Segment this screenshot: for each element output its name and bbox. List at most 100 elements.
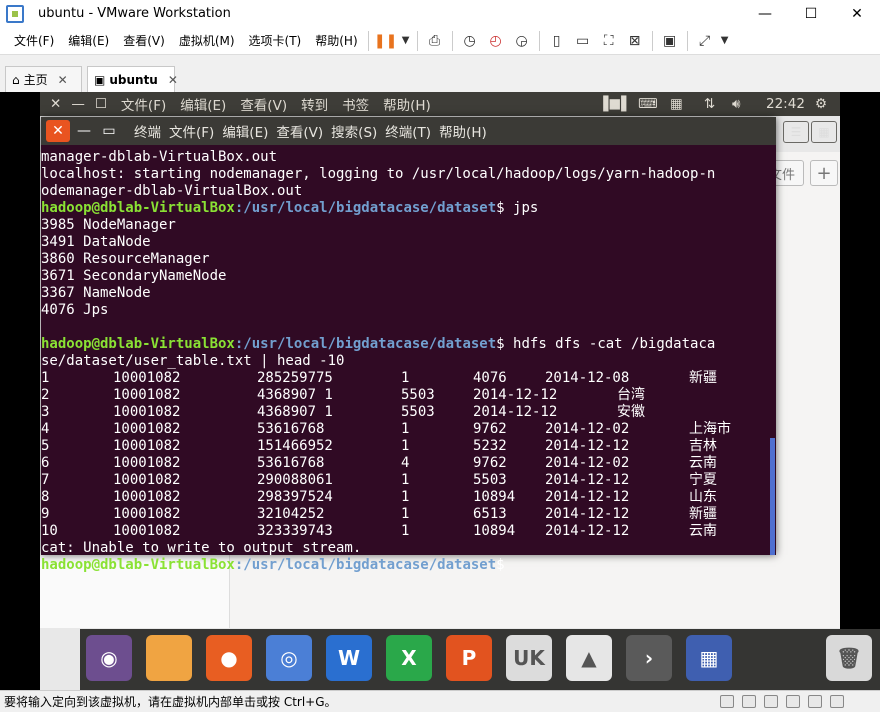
grid-view-icon[interactable]: ▦ — [811, 121, 837, 143]
minimize-button[interactable]: — — [742, 0, 788, 27]
maximize-icon[interactable]: ☐ — [95, 96, 107, 112]
terminal-output[interactable]: manager-dblab-VirtualBox.out localhost: s… — [41, 149, 771, 574]
tab-home-label: 主页 — [23, 73, 48, 87]
chevron-down-icon[interactable]: ▼ — [399, 30, 413, 52]
close-icon[interactable]: ✕ — [58, 73, 68, 87]
close-icon[interactable]: ✕ — [50, 96, 61, 112]
table-cell-id: 6 — [41, 455, 50, 471]
guest-menu-edit[interactable]: 编辑(E) — [180, 94, 226, 114]
close-button[interactable]: ✕ — [834, 0, 880, 27]
terminal-icon[interactable]: › — [626, 635, 672, 681]
guest-menu-goto[interactable]: 转到 — [301, 94, 328, 114]
guest-menu-file[interactable]: 文件(F) — [121, 94, 166, 114]
workspaces-icon[interactable]: ▦ — [686, 635, 732, 681]
ubuntu-launcher-icon[interactable]: ◉ — [86, 635, 132, 681]
maximize-icon[interactable]: ▭ — [98, 121, 120, 141]
table-cell-beh: 5503 — [401, 387, 435, 403]
stretch-guest-icon[interactable]: ⤢ — [692, 30, 718, 52]
minimize-icon[interactable]: — — [73, 121, 95, 141]
menu-view[interactable]: 查看(V) — [117, 32, 171, 49]
impress-icon[interactable]: P — [446, 635, 492, 681]
terminal-menu-file[interactable]: 文件(F) — [169, 121, 214, 141]
vm-icon: ▣ — [94, 72, 106, 87]
table-cell-cat: 4076 — [473, 370, 507, 386]
terminal-menu-terminal[interactable]: 终端(T) — [385, 121, 431, 141]
harddisk-icon[interactable] — [720, 695, 734, 708]
add-button[interactable]: + — [810, 160, 838, 186]
thumbnail-bar-icon[interactable]: ▭ — [570, 30, 596, 52]
snapshot-manager-icon[interactable]: ◶ — [509, 30, 535, 52]
calendar-icon[interactable]: ▦ — [670, 96, 683, 112]
list-view-icon[interactable]: ☰ — [783, 121, 809, 143]
network-adapter-icon[interactable] — [764, 695, 778, 708]
minimize-icon[interactable]: — — [71, 96, 85, 112]
guest-menu-help[interactable]: 帮助(H) — [383, 94, 431, 114]
menu-file[interactable]: 文件(F) — [8, 32, 60, 49]
trash-icon[interactable]: 🗑 — [826, 635, 872, 681]
sidebar-toggle-icon[interactable]: ▯ — [544, 30, 570, 52]
writer-icon[interactable]: W — [326, 635, 372, 681]
chevron-down-icon[interactable]: ▼ — [718, 30, 732, 52]
guest-menu-view[interactable]: 查看(V) — [240, 94, 287, 114]
maximize-button[interactable]: ☐ — [788, 0, 834, 27]
table-cell-prov: 云南 — [689, 523, 717, 539]
terminal-menu-help[interactable]: 帮助(H) — [439, 121, 487, 141]
files-icon[interactable] — [146, 635, 192, 681]
table-cell-date: 2014-12-12 — [545, 489, 630, 505]
table-cell-uid: 10001082 — [113, 421, 181, 437]
gear-icon[interactable]: ⚙ — [815, 96, 827, 112]
prompt-user: hadoop@dblab-VirtualBox — [41, 200, 235, 216]
software-center-icon[interactable]: UK — [506, 635, 552, 681]
prompt-path: :/usr/local/bigdatacase/dataset — [234, 336, 497, 352]
input-method-icon[interactable]: ▐■▌ — [598, 96, 632, 112]
terminal-window[interactable]: ✕ — ▭ 终端 文件(F) 编辑(E) 查看(V) 搜索(S) 终端(T) 帮… — [41, 117, 837, 573]
table-cell-beh: 1 — [401, 523, 410, 539]
terminal-menu-edit[interactable]: 编辑(E) — [222, 121, 268, 141]
usb-icon[interactable] — [786, 695, 800, 708]
chromium-icon[interactable]: ◎ — [266, 635, 312, 681]
display-icon[interactable] — [830, 695, 844, 708]
send-ctrl-alt-del-icon[interactable]: ⎙ — [422, 30, 448, 52]
guest-menu-bookmarks[interactable]: 书签 — [342, 94, 369, 114]
console-view-icon[interactable]: ▣ — [657, 30, 683, 52]
output-line: odemanager-dblab-VirtualBox.out — [41, 183, 303, 199]
revert-snapshot-icon[interactable]: ◴ — [483, 30, 509, 52]
terminal-menu-search[interactable]: 搜索(S) — [331, 121, 377, 141]
table-row: 10 10001082 323339743 1 10894 2014-12-12 云南 — [41, 523, 771, 540]
network-icon[interactable]: ⇅ — [704, 96, 715, 112]
terminal-menu-view[interactable]: 查看(V) — [276, 121, 323, 141]
menu-tabs[interactable]: 选项卡(T) — [243, 32, 308, 49]
table-cell-prov: 新疆 — [689, 370, 717, 386]
table-row: 2 10001082 4368907 1 5503 2014-12-12 台湾 — [41, 387, 771, 404]
firefox-icon[interactable]: ● — [206, 635, 252, 681]
table-cell-cat: 9762 — [473, 421, 507, 437]
amazon-icon[interactable]: ▲ — [566, 635, 612, 681]
table-cell-beh: 1 — [401, 421, 410, 437]
snapshot-icon[interactable]: ◷ — [457, 30, 483, 52]
menu-vm[interactable]: 虚拟机(M) — [173, 32, 241, 49]
table-cell-id: 10 — [41, 523, 58, 539]
tab-home[interactable]: ⌂ 主页 ✕ — [5, 66, 82, 92]
table-cell-item: 53616768 — [257, 455, 325, 471]
clock[interactable]: 22:42 — [766, 96, 805, 112]
error-line: cat: Unable to write to output stream. — [41, 540, 362, 556]
menu-help[interactable]: 帮助(H) — [309, 32, 363, 49]
pause-icon[interactable]: ❚❚ — [373, 30, 399, 52]
table-cell-prov: 吉林 — [689, 438, 717, 454]
table-cell-uid: 10001082 — [113, 455, 181, 471]
fullscreen-icon[interactable]: ⛶ — [596, 30, 622, 52]
table-row: 7 10001082 290088061 1 5503 2014-12-12 宁夏 — [41, 472, 771, 489]
tab-ubuntu[interactable]: ▣ ubuntu ✕ — [87, 66, 178, 92]
close-icon[interactable]: ✕ — [168, 73, 178, 87]
close-icon[interactable]: ✕ — [46, 120, 70, 142]
table-row: 8 10001082 298397524 1 10894 2014-12-12 山东 — [41, 489, 771, 506]
table-cell-date: 2014-12-08 — [545, 370, 630, 386]
vm-screen[interactable]: ✕ — ☐ 文件(F) 编辑(E) 查看(V) 转到 书签 帮助(H) ▐■▌ … — [0, 92, 880, 690]
menu-edit[interactable]: 编辑(E) — [62, 32, 115, 49]
keyboard-icon[interactable]: ⌨ — [638, 96, 658, 112]
calc-icon[interactable]: X — [386, 635, 432, 681]
unity-icon[interactable]: ⊠ — [622, 30, 648, 52]
volume-icon[interactable]: 🔊︎ — [732, 96, 741, 112]
sound-icon[interactable] — [808, 695, 822, 708]
cdrom-icon[interactable] — [742, 695, 756, 708]
